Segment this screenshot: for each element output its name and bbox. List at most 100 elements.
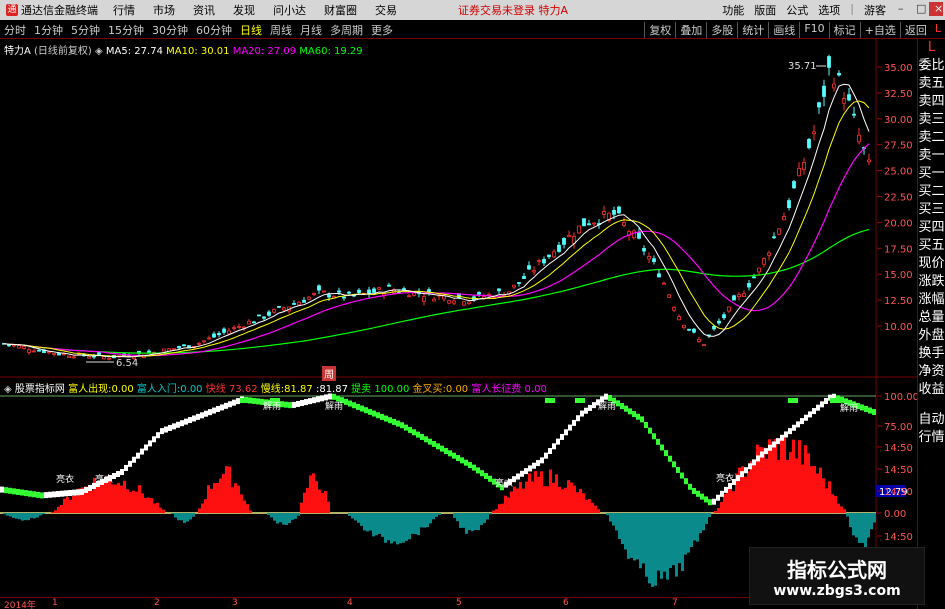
curve-segment	[192, 415, 196, 422]
login-notice[interactable]: 证券交易未登录 特力A	[458, 2, 568, 18]
period-week[interactable]: 周线	[266, 22, 296, 38]
period-day[interactable]: 日线	[236, 22, 266, 38]
period-tick[interactable]: 分时	[0, 22, 30, 38]
sidebar-item[interactable]: 总量	[918, 309, 945, 327]
red-bar	[66, 496, 69, 513]
scale-label: 17.50	[884, 244, 913, 255]
maximize-icon[interactable]: □	[911, 2, 926, 16]
period-15m[interactable]: 15分钟	[104, 22, 148, 38]
menu-options[interactable]: 选项	[813, 2, 845, 18]
red-bar	[324, 490, 327, 513]
candle-body	[632, 230, 636, 239]
sidebar-item[interactable]: 换手	[918, 345, 945, 363]
legend2-label: 慢线:	[260, 384, 285, 395]
stock-name[interactable]: 特力A	[4, 46, 31, 57]
curve-segment	[564, 429, 568, 436]
cyan-bar	[270, 513, 273, 518]
sidebar-item[interactable]: 收益	[918, 381, 945, 399]
legend-settings-icon[interactable]: ◈	[4, 384, 12, 395]
candle-body	[97, 352, 101, 355]
curve-segment	[144, 444, 148, 451]
sidebar-top[interactable]: L	[918, 39, 945, 57]
red-bar	[597, 509, 600, 513]
sidebar-item[interactable]: 买二	[918, 183, 945, 201]
curve-segment	[708, 499, 712, 506]
sidebar-item[interactable]: 现价	[918, 255, 945, 273]
curve-segment	[536, 460, 540, 467]
indicator-name[interactable]: 股票指标网	[15, 384, 65, 395]
cyan-bar	[654, 513, 657, 586]
cyan-bar	[396, 513, 399, 545]
period-60m[interactable]: 60分钟	[192, 22, 236, 38]
period-month[interactable]: 月线	[296, 22, 326, 38]
btn-overlay[interactable]: 叠加	[675, 21, 706, 38]
period-1m[interactable]: 1分钟	[30, 22, 67, 38]
period-5m[interactable]: 5分钟	[67, 22, 104, 38]
sidebar-item[interactable]: 卖五	[918, 75, 945, 93]
menu-wealth[interactable]: 财富圈	[315, 2, 366, 18]
sidebar-item[interactable]: 买一	[918, 165, 945, 183]
sidebar-item[interactable]: 外盘	[918, 327, 945, 345]
sidebar-item[interactable]: 委比	[918, 57, 945, 75]
curve-segment	[64, 490, 68, 497]
sidebar-item[interactable]: 净资	[918, 363, 945, 381]
btn-mark[interactable]: 标记	[828, 21, 860, 38]
btn-add-watch[interactable]: +自选	[859, 21, 900, 38]
period-multi[interactable]: 多周期	[326, 22, 367, 38]
minimize-icon[interactable]: –	[893, 2, 907, 16]
date-label: 5	[456, 598, 462, 608]
candle-body	[657, 273, 661, 278]
chart-area[interactable]: 35.71 6.54 35.00 32.50 30.00 27.50 25.00 22.50…	[0, 39, 917, 597]
cyan-bar	[27, 513, 30, 521]
sidebar-item[interactable]: 卖四	[918, 93, 945, 111]
btn-back[interactable]: 返回	[899, 21, 931, 38]
curve-segment	[488, 475, 492, 482]
menu-layout[interactable]: 版面	[749, 2, 781, 18]
btn-f10[interactable]: F10	[799, 21, 828, 38]
cyan-bar	[183, 513, 186, 523]
cyan-bar	[36, 513, 39, 518]
btn-stats[interactable]: 统计	[737, 21, 768, 38]
curve-segment	[544, 452, 548, 459]
sidebar-item[interactable]: 买四	[918, 219, 945, 237]
sidebar-item[interactable]: 买五	[918, 237, 945, 255]
curve-segment	[288, 402, 292, 409]
curve-segment	[540, 457, 544, 464]
sidebar-auto[interactable]: 自动	[918, 411, 945, 429]
period-30m[interactable]: 30分钟	[148, 22, 192, 38]
btn-draw[interactable]: 画线	[768, 21, 799, 38]
red-bar	[249, 510, 252, 513]
btn-adjust[interactable]: 复权	[644, 21, 675, 38]
menu-news[interactable]: 资讯	[184, 2, 224, 18]
menu-market[interactable]: 行情	[104, 2, 144, 18]
menu-ask[interactable]: 问小达	[264, 2, 315, 18]
cyan-bar	[474, 513, 477, 530]
menu-exchange[interactable]: 市场	[144, 2, 184, 18]
legend-settings-icon[interactable]: ◈	[95, 46, 103, 57]
sidebar-item[interactable]: 卖二	[918, 129, 945, 147]
btn-multi-stock[interactable]: 多股	[706, 21, 737, 38]
curve-segment	[416, 431, 420, 438]
curve-segment	[220, 404, 224, 411]
menu-function[interactable]: 功能	[717, 2, 749, 18]
red-bar	[507, 497, 510, 513]
sidebar-item[interactable]: 卖三	[918, 111, 945, 129]
cyan-bar	[651, 513, 654, 587]
sidebar-item[interactable]: 卖一	[918, 147, 945, 165]
sidebar-item[interactable]: 涨跌	[918, 273, 945, 291]
sidebar-item[interactable]: 买三	[918, 201, 945, 219]
cyan-bar	[657, 513, 660, 571]
cyan-bar	[30, 513, 33, 518]
cyan-bar	[459, 513, 462, 528]
period-more[interactable]: 更多	[367, 22, 397, 38]
curve-segment	[140, 448, 144, 455]
sidebar-quote[interactable]: 行情	[918, 429, 945, 447]
menu-formula[interactable]: 公式	[781, 2, 813, 18]
curve-segment	[452, 452, 456, 459]
menu-trade[interactable]: 交易	[366, 2, 406, 18]
menu-discover[interactable]: 发现	[224, 2, 264, 18]
sidebar-item[interactable]: 涨幅	[918, 291, 945, 309]
login-user[interactable]: 游客	[859, 2, 891, 18]
close-icon[interactable]: ×	[929, 2, 943, 16]
curve-segment	[756, 455, 760, 462]
